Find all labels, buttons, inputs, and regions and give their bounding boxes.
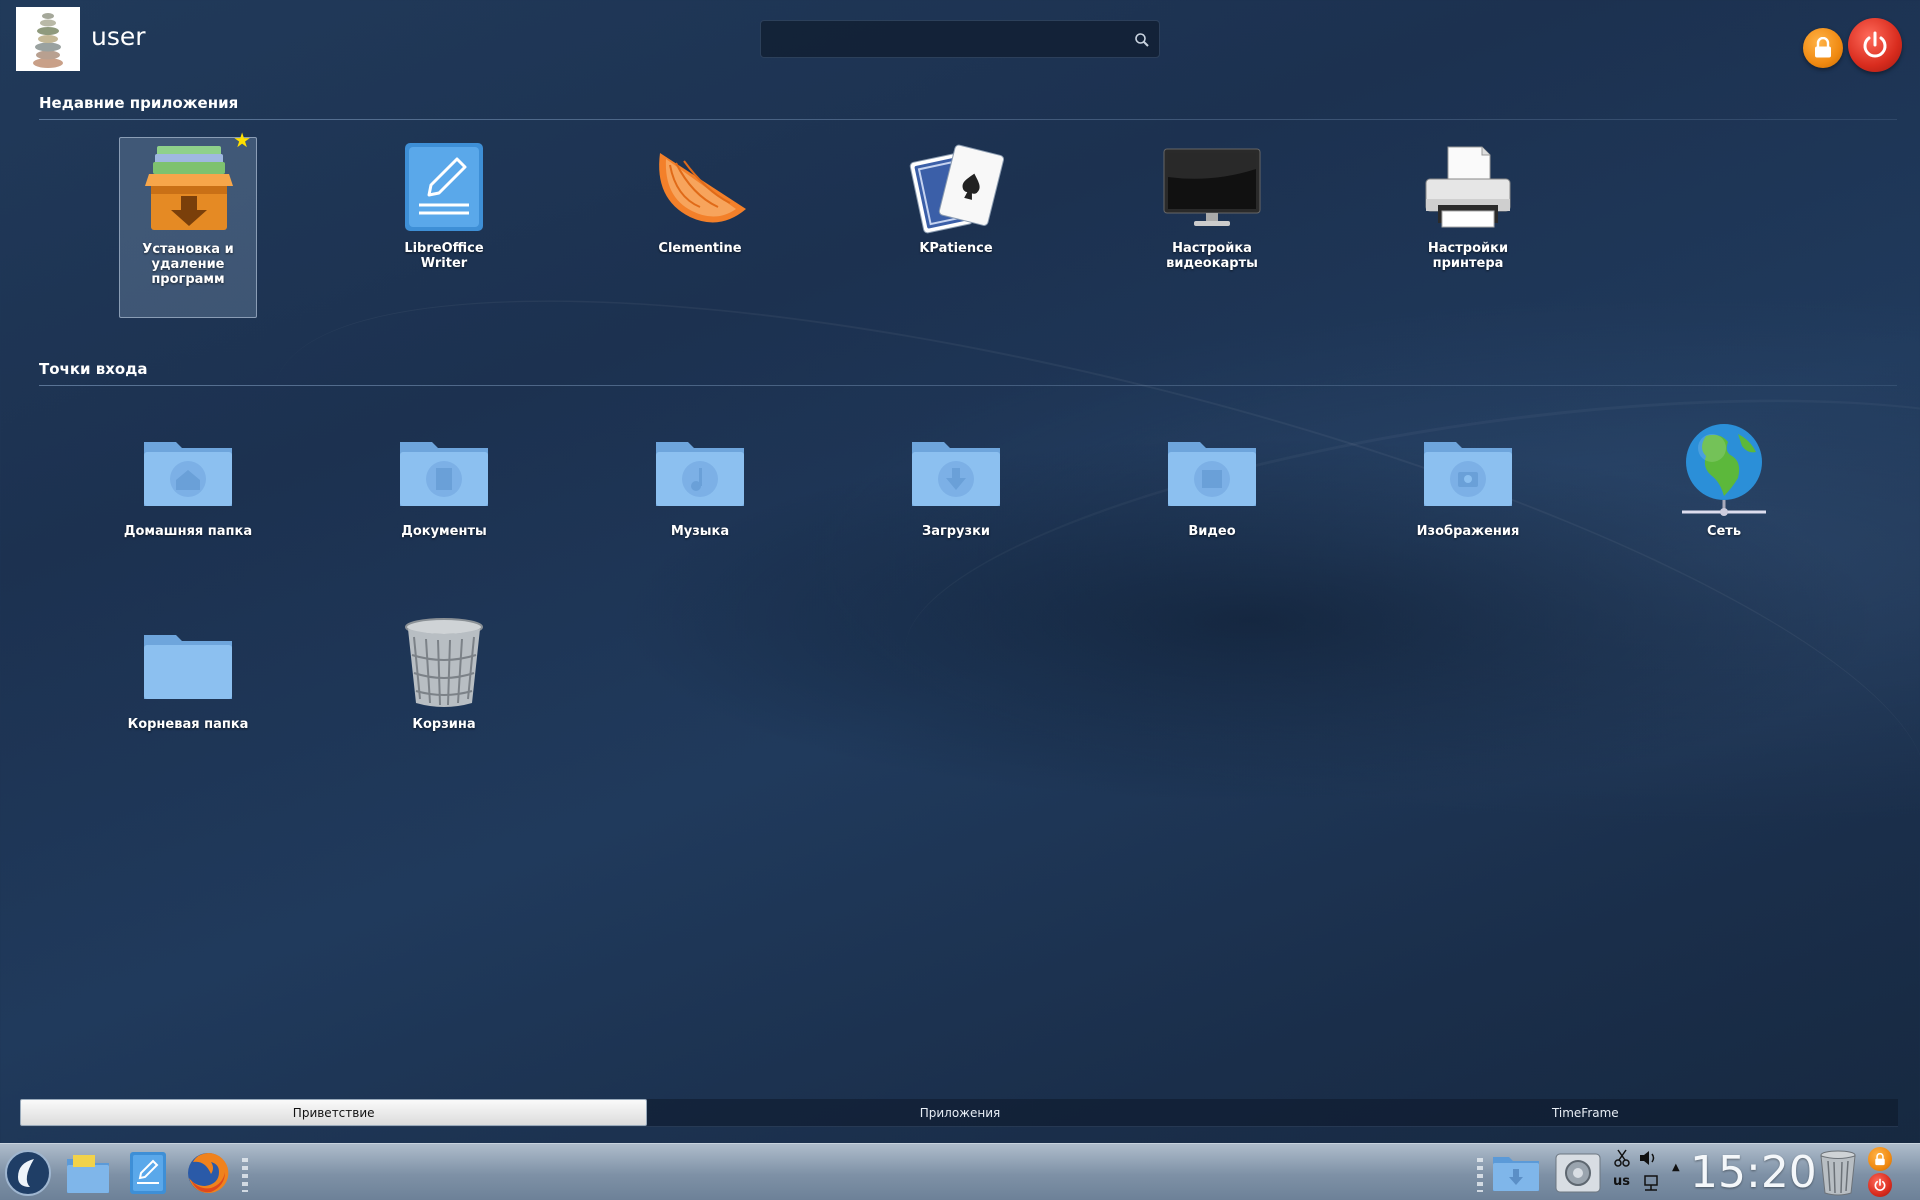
firefox-icon <box>188 1152 229 1193</box>
place-label: Музыка <box>670 524 730 539</box>
package-installer-icon <box>145 146 233 230</box>
search-icon[interactable] <box>1133 31 1151 49</box>
launcher-button[interactable] <box>2 1148 54 1198</box>
panel-power-button[interactable] <box>1868 1173 1892 1197</box>
root-folder-icon <box>144 635 232 699</box>
place-tile-music[interactable]: Музыка <box>631 420 769 539</box>
scissors-icon[interactable] <box>1614 1149 1630 1167</box>
place-label: Корневая папка <box>127 717 249 732</box>
folder-icon <box>67 1155 109 1193</box>
favorite-star-icon[interactable]: ★ <box>233 130 251 150</box>
pictures-folder-icon <box>1424 442 1512 506</box>
network-globe-icon <box>1682 424 1766 516</box>
place-label: Загрузки <box>921 524 991 539</box>
writer-icon <box>130 1152 166 1194</box>
divider <box>39 385 1897 386</box>
place-label: Сеть <box>1706 524 1742 539</box>
printer-icon <box>1425 146 1511 228</box>
power-button[interactable] <box>1848 18 1902 72</box>
username: user <box>91 22 146 51</box>
video-folder-icon <box>1168 442 1256 506</box>
app-tile-display-settings[interactable]: Настройка видеокарты <box>1143 137 1281 271</box>
tab-applications[interactable]: Приложения <box>647 1099 1272 1126</box>
app-label: LibreOffice Writer <box>404 241 484 271</box>
tab-welcome[interactable]: Приветствие <box>20 1099 648 1126</box>
divider <box>39 119 1897 120</box>
taskbar-writer[interactable] <box>122 1148 174 1198</box>
music-folder-icon <box>656 442 744 506</box>
tray-expand-arrow-icon[interactable]: ▲ <box>1672 1162 1680 1173</box>
app-tile-printer-settings[interactable]: Настройки принтера <box>1399 137 1537 271</box>
clementine-icon <box>659 153 746 223</box>
place-tile-pictures[interactable]: Изображения <box>1399 420 1537 539</box>
place-tile-trash[interactable]: Корзина <box>375 613 513 732</box>
app-tile-software-installer[interactable]: ★ Установка и удаление программ <box>119 130 257 318</box>
stone-stack-icon <box>33 13 63 68</box>
places-heading: Точки входа <box>39 360 148 378</box>
app-label: Настройки принтера <box>1427 241 1509 271</box>
avatar[interactable] <box>16 7 80 71</box>
panel-lock-button[interactable] <box>1868 1147 1892 1171</box>
power-icon <box>1874 1178 1886 1191</box>
trash-icon <box>1820 1150 1856 1196</box>
taskbar-firefox[interactable] <box>182 1148 234 1198</box>
recent-apps-heading: Недавние приложения <box>39 94 239 112</box>
power-icon <box>1863 31 1887 58</box>
tab-timeframe[interactable]: TimeFrame <box>1273 1099 1898 1126</box>
place-tile-root[interactable]: Корневая папка <box>119 613 257 732</box>
lock-button[interactable] <box>1803 28 1843 68</box>
settings-gear-icon <box>1555 1153 1601 1193</box>
place-label: Корзина <box>412 717 476 732</box>
panel-handle[interactable] <box>1477 1158 1483 1192</box>
place-tile-video[interactable]: Видео <box>1143 420 1281 539</box>
taskbar-file-manager[interactable] <box>62 1148 114 1198</box>
writer-icon <box>405 143 483 231</box>
search-input[interactable] <box>761 21 1159 57</box>
lock-icon <box>1875 1152 1885 1165</box>
background-swoosh <box>224 180 1920 1000</box>
launcher-tab-bar: Приветствие Приложения TimeFrame <box>20 1099 1898 1127</box>
app-tile-kpatience[interactable]: KPatience <box>887 137 1025 256</box>
rosa-logo-icon <box>5 1150 51 1196</box>
place-tile-documents[interactable]: Документы <box>375 420 513 539</box>
downloads-folder-icon <box>912 442 1000 506</box>
place-label: Домашняя папка <box>123 524 253 539</box>
app-tile-libreoffice-writer[interactable]: LibreOffice Writer <box>375 137 513 271</box>
clock[interactable]: 15:20 <box>1690 1144 1817 1200</box>
taskbar-trash[interactable] <box>1812 1148 1864 1198</box>
taskbar-downloads-folder[interactable] <box>1490 1148 1542 1198</box>
app-label: KPatience <box>919 241 993 256</box>
place-tile-downloads[interactable]: Загрузки <box>887 420 1025 539</box>
taskbar: us ▲ 15:20 <box>0 1143 1920 1200</box>
volume-icon[interactable] <box>1638 1149 1658 1167</box>
app-label: Настройка видеокарты <box>1166 241 1258 271</box>
monitor-icon <box>1163 148 1261 226</box>
trash-icon <box>405 618 483 707</box>
place-tile-home[interactable]: Домашняя папка <box>119 420 257 539</box>
playing-cards-icon <box>909 144 1004 234</box>
app-label: Clementine <box>658 241 742 256</box>
search-box[interactable] <box>760 20 1160 58</box>
background-swoosh <box>884 337 1920 803</box>
home-folder-icon <box>144 442 232 506</box>
app-tile-clementine[interactable]: Clementine <box>631 137 769 256</box>
app-label: Установка и удаление программ <box>142 242 234 287</box>
place-tile-network[interactable]: Сеть <box>1655 420 1793 539</box>
keyboard-layout-indicator[interactable]: us <box>1613 1174 1630 1189</box>
panel-handle[interactable] <box>242 1158 248 1192</box>
documents-folder-icon <box>400 442 488 506</box>
taskbar-system-settings[interactable] <box>1552 1148 1604 1198</box>
lock-icon <box>1815 37 1831 58</box>
downloads-folder-icon <box>1493 1157 1539 1191</box>
place-label: Изображения <box>1416 524 1520 539</box>
place-label: Документы <box>401 524 487 539</box>
place-label: Видео <box>1188 524 1236 539</box>
network-icon[interactable] <box>1642 1174 1660 1192</box>
